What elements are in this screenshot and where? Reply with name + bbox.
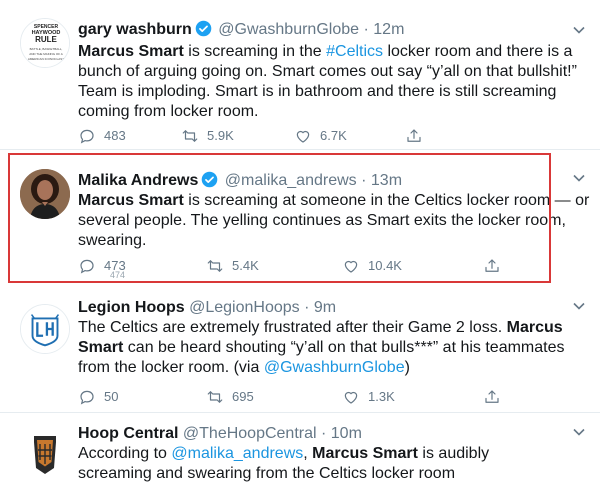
share-icon — [407, 129, 421, 142]
chevron-down-icon[interactable] — [572, 425, 586, 439]
reply-icon — [80, 390, 94, 405]
tweet-legion-hoops[interactable]: Legion Hoops @LegionHoops · 9m The Celti… — [0, 290, 600, 413]
avatar[interactable] — [20, 428, 70, 478]
retweet-count: 5.9K — [207, 128, 234, 143]
text-segment: According to — [78, 445, 172, 462]
like-count: 1.3K — [368, 389, 395, 404]
profile-photo-icon — [20, 169, 70, 219]
display-name[interactable]: Legion Hoops — [78, 299, 185, 316]
tweet-text: According to @malika_andrews, Marcus Sma… — [78, 444, 560, 484]
tweet-header: Hoop Central @TheHoopCentral · 10m — [78, 424, 560, 444]
user-handle[interactable]: @GwashburnGlobe — [218, 21, 359, 38]
user-handle[interactable]: @TheHoopCentral — [183, 425, 317, 442]
avatar-line-5: AND THE MAKING OF A — [29, 52, 62, 56]
separator: · — [304, 299, 310, 316]
avatar-line-4: BATTLE, BASKETBALL, — [30, 47, 63, 51]
like-count: 10.4K — [368, 258, 402, 273]
text-segment: , — [303, 445, 313, 462]
avatar[interactable] — [20, 304, 70, 354]
share-icon — [485, 390, 499, 403]
retweet-count: 5.4K — [232, 258, 259, 273]
tweet-header: gary washburn @GwashburnGlobe · 12m — [78, 20, 560, 40]
avatar-line-6: AMERICAN ICONOCLAST — [28, 57, 64, 61]
display-name[interactable]: gary washburn — [78, 21, 192, 38]
tweet-header: Legion Hoops @LegionHoops · 9m — [78, 298, 560, 318]
chevron-down-icon[interactable] — [572, 299, 586, 313]
tweet-actions: 50 695 1.3K — [78, 387, 508, 407]
avatar[interactable]: SPENCER HAYWOOD RULE BATTLE, BASKETBALL,… — [20, 18, 70, 68]
timestamp[interactable]: 9m — [314, 299, 336, 316]
tweet-text: Marcus Smart is screaming in the #Celtic… — [78, 42, 586, 122]
like-button[interactable]: 6.7K — [294, 126, 347, 146]
avatar-line-3: RULE — [35, 35, 57, 44]
reply-button[interactable]: 483 — [78, 126, 126, 146]
verified-badge-icon — [195, 20, 212, 37]
reply-button[interactable]: 50 — [78, 387, 118, 407]
separator: · — [361, 172, 367, 189]
chevron-down-icon[interactable] — [572, 23, 586, 37]
mention-bold: Marcus Smart — [312, 445, 418, 462]
timestamp[interactable]: 13m — [371, 172, 402, 189]
like-icon — [296, 130, 310, 143]
tweet-hoop-central[interactable]: Hoop Central @TheHoopCentral · 10m Accor… — [0, 413, 600, 487]
mention-bold: Marcus Smart — [78, 43, 184, 60]
user-mention-link[interactable]: @GwashburnGlobe — [264, 359, 405, 376]
user-handle[interactable]: @LegionHoops — [189, 299, 300, 316]
chevron-down-icon[interactable] — [572, 171, 586, 185]
user-mention-link[interactable]: @malika_andrews — [171, 445, 303, 462]
timestamp[interactable]: 10m — [331, 425, 362, 442]
separator: · — [321, 425, 327, 442]
reply-icon — [80, 259, 94, 274]
tweet-actions: 473 5.4K 10.4K — [78, 256, 508, 276]
tweet-text: Marcus Smart is screaming at someone in … — [78, 191, 590, 251]
legion-hoops-logo-icon — [21, 305, 69, 353]
retweet-button[interactable]: 5.9K — [181, 126, 234, 146]
avatar[interactable] — [20, 169, 70, 219]
tweet-actions: 483 5.9K 6.7K — [78, 126, 508, 146]
like-count: 6.7K — [320, 128, 347, 143]
tweet-gary-washburn[interactable]: SPENCER HAYWOOD RULE BATTLE, BASKETBALL,… — [0, 0, 600, 150]
reply-count-ghost: 474 — [110, 270, 126, 280]
user-handle[interactable]: @malika_andrews — [225, 172, 357, 189]
hoop-central-logo-icon — [20, 428, 70, 478]
hashtag-link[interactable]: #Celtics — [326, 43, 383, 60]
share-button[interactable] — [483, 256, 501, 276]
text-segment: The Celtics are extremely frustrated aft… — [78, 319, 507, 336]
retweet-icon — [182, 130, 198, 142]
reply-icon — [80, 129, 94, 144]
reply-count: 483 — [104, 128, 126, 143]
retweet-icon — [207, 391, 223, 403]
display-name[interactable]: Hoop Central — [78, 425, 178, 442]
like-icon — [344, 391, 358, 404]
text-segment: is screaming in the — [183, 43, 327, 60]
like-button[interactable]: 10.4K — [342, 256, 402, 276]
retweet-icon — [207, 260, 223, 272]
share-button[interactable] — [483, 387, 501, 407]
share-button[interactable] — [405, 126, 423, 146]
verified-badge-icon — [202, 171, 218, 188]
like-button[interactable]: 1.3K — [342, 387, 395, 407]
display-name[interactable]: Malika Andrews — [78, 172, 198, 189]
mention-bold: Marcus Smart — [78, 192, 184, 209]
reply-count: 50 — [104, 389, 119, 404]
book-cover-icon: SPENCER HAYWOOD RULE BATTLE, BASKETBALL,… — [21, 19, 69, 67]
retweet-button[interactable]: 5.4K — [206, 256, 259, 276]
tweet-text: The Celtics are extremely frustrated aft… — [78, 318, 586, 378]
text-segment: ) — [404, 359, 410, 376]
share-icon — [485, 259, 499, 272]
like-icon — [344, 260, 358, 273]
tweet-malika-andrews[interactable]: Malika Andrews @malika_andrews · 13m Mar… — [0, 150, 600, 290]
separator: · — [363, 21, 369, 38]
timestamp[interactable]: 12m — [373, 21, 404, 38]
retweet-count: 695 — [232, 389, 254, 404]
tweet-header: Malika Andrews @malika_andrews · 13m — [78, 171, 560, 191]
retweet-button[interactable]: 695 — [206, 387, 254, 407]
